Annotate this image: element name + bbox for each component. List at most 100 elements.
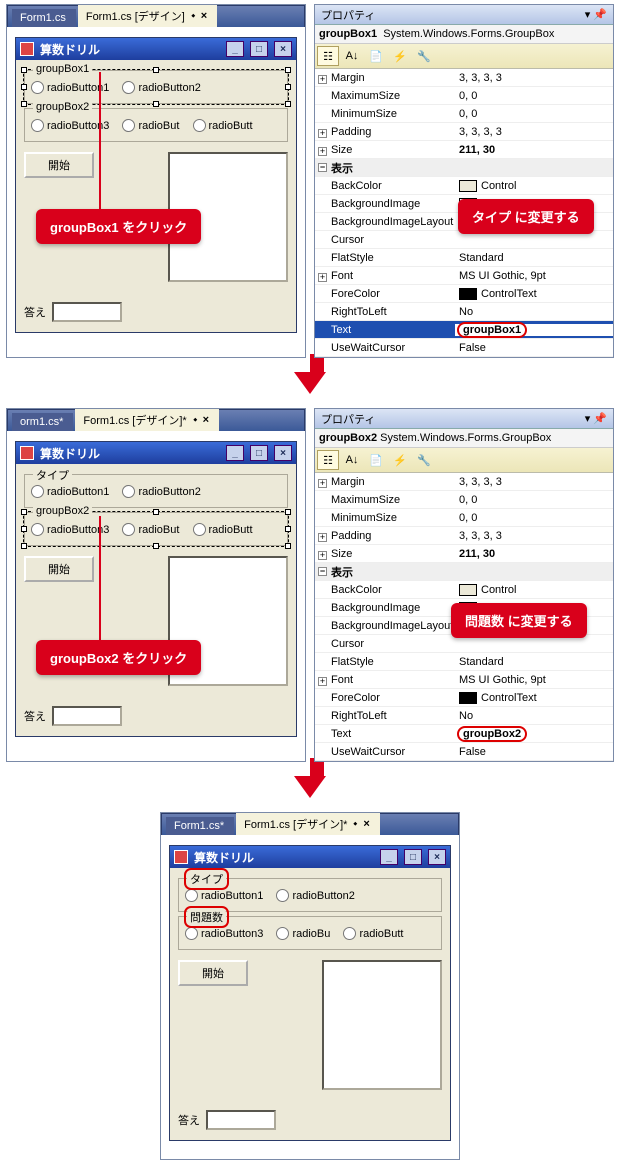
collapse-icon[interactable]: − xyxy=(318,163,327,172)
answer-label: 答え xyxy=(24,304,46,320)
pin-icon[interactable]: ▪ xyxy=(187,10,198,21)
groupbox1-legend: タイプ xyxy=(33,467,72,483)
designer-window-3: Form1.cs* Form1.cs [デザイン]* ▪ × 算数ドリル _ □… xyxy=(160,812,460,1160)
form-title: 算数ドリル xyxy=(40,41,100,58)
tab-design[interactable]: Form1.cs [デザイン]* ▪ × xyxy=(75,409,219,431)
wrench-icon[interactable]: 🔧 xyxy=(413,450,435,470)
answer-textbox[interactable] xyxy=(52,706,122,726)
radio-button-3[interactable]: radioButton3 xyxy=(185,927,263,940)
events-icon[interactable]: ⚡ xyxy=(389,450,411,470)
color-swatch xyxy=(459,180,477,192)
form-icon xyxy=(20,446,34,460)
radio-button-5[interactable]: radioButt xyxy=(193,523,253,536)
close-button[interactable]: × xyxy=(274,41,292,57)
step3-row: Form1.cs* Form1.cs [デザイン]* ▪ × 算数ドリル _ □… xyxy=(160,812,460,1160)
radio-button-1[interactable]: radioButton1 xyxy=(31,485,109,498)
color-swatch xyxy=(459,288,477,300)
radio-button-1[interactable]: radioButton1 xyxy=(185,889,263,902)
output-listbox[interactable] xyxy=(322,960,442,1090)
minimize-button[interactable]: _ xyxy=(226,445,244,461)
tab-design[interactable]: Form1.cs [デザイン] ▪ × xyxy=(78,5,217,27)
radio-button-2[interactable]: radioButton2 xyxy=(122,485,200,498)
callout-click-groupbox1: groupBox1 をクリック xyxy=(36,209,201,244)
flow-arrow-icon xyxy=(294,776,326,798)
callout-change-type: タイプ に変更する xyxy=(458,199,594,234)
radio-button-3[interactable]: radioButton3 xyxy=(31,523,109,536)
form-title: 算数ドリル xyxy=(40,445,100,462)
close-button[interactable]: × xyxy=(428,849,446,865)
properties-pane-1: プロパティ ▾ 📌 groupBox1 System.Windows.Forms… xyxy=(314,4,614,358)
radio-button-3[interactable]: radioButton3 xyxy=(31,119,109,132)
pin-icon[interactable]: ▾ 📌 xyxy=(585,412,607,425)
callout-change-count: 問題数 に変更する xyxy=(451,603,587,638)
events-icon[interactable]: ⚡ xyxy=(389,46,411,66)
categorized-icon[interactable]: ☷ xyxy=(317,450,339,470)
expand-icon[interactable]: + xyxy=(318,129,327,138)
maximize-button[interactable]: □ xyxy=(404,849,422,865)
minimize-button[interactable]: _ xyxy=(226,41,244,57)
radio-button-5[interactable]: radioButt xyxy=(343,927,403,940)
pin-icon[interactable]: ▪ xyxy=(350,818,361,829)
form-preview: 算数ドリル _ □ × groupBox1 radioButton1 radio… xyxy=(15,37,297,333)
close-icon[interactable]: × xyxy=(201,10,207,22)
properties-icon[interactable]: 📄 xyxy=(365,450,387,470)
groupbox2-legend: groupBox2 xyxy=(33,505,92,517)
pin-icon[interactable]: ▪ xyxy=(189,414,200,425)
groupbox2[interactable]: 問題数 radioButton3 radioBu radioButt xyxy=(178,916,442,950)
maximize-button[interactable]: □ xyxy=(250,445,268,461)
tab-code[interactable]: Form1.cs xyxy=(12,9,76,27)
form-titlebar: 算数ドリル _ □ × xyxy=(16,38,296,60)
step1-row: Form1.cs Form1.cs [デザイン] ▪ × 算数ドリル _ □ × xyxy=(6,4,614,358)
designer-window-1: Form1.cs Form1.cs [デザイン] ▪ × 算数ドリル _ □ × xyxy=(6,4,306,358)
wrench-icon[interactable]: 🔧 xyxy=(413,46,435,66)
groupbox2[interactable]: groupBox2 radioButton3 radioBut radioBut… xyxy=(24,512,288,546)
tab-design-label: Form1.cs [デザイン] xyxy=(86,8,185,24)
radio-button-4[interactable]: radioBut xyxy=(122,523,179,536)
properties-icon[interactable]: 📄 xyxy=(365,46,387,66)
properties-object[interactable]: groupBox2 System.Windows.Forms.GroupBox xyxy=(315,429,613,448)
answer-label: 答え xyxy=(24,708,46,724)
groupbox1-legend: タイプ xyxy=(187,871,226,887)
text-property-row[interactable]: TextgroupBox2 xyxy=(315,725,613,743)
close-icon[interactable]: × xyxy=(363,818,369,830)
close-icon[interactable]: × xyxy=(203,414,209,426)
groupbox1[interactable]: タイプ radioButton1 radioButton2 xyxy=(178,878,442,912)
answer-textbox[interactable] xyxy=(52,302,122,322)
alphabetical-icon[interactable]: A↓ xyxy=(341,46,363,66)
radio-button-5[interactable]: radioButt xyxy=(193,119,253,132)
tab-design[interactable]: Form1.cs [デザイン]* ▪ × xyxy=(236,813,380,835)
maximize-button[interactable]: □ xyxy=(250,41,268,57)
form-icon xyxy=(174,850,188,864)
radio-button-1[interactable]: radioButton1 xyxy=(31,81,109,94)
expand-icon[interactable]: + xyxy=(318,75,327,84)
groupbox1[interactable]: タイプ radioButton1 radioButton2 xyxy=(24,474,288,508)
groupbox1-legend: groupBox1 xyxy=(33,63,92,75)
text-property-row[interactable]: TextgroupBox1 xyxy=(315,321,613,339)
groupbox2-legend: 問題数 xyxy=(187,909,226,925)
groupbox1[interactable]: groupBox1 radioButton1 radioButton2 xyxy=(24,70,288,104)
expand-icon[interactable]: + xyxy=(318,273,327,282)
radio-button-4[interactable]: radioBu xyxy=(276,927,330,940)
callout-click-groupbox2: groupBox2 をクリック xyxy=(36,640,201,675)
pin-icon[interactable]: ▾ 📌 xyxy=(585,8,607,21)
expand-icon[interactable]: + xyxy=(318,147,327,156)
properties-object[interactable]: groupBox1 System.Windows.Forms.GroupBox xyxy=(315,25,613,44)
properties-title: プロパティ ▾ 📌 xyxy=(315,5,613,25)
tab-code[interactable]: orm1.cs* xyxy=(12,413,73,431)
groupbox2[interactable]: groupBox2 radioButton3 radioBut radioBut… xyxy=(24,108,288,142)
radio-button-4[interactable]: radioBut xyxy=(122,119,179,132)
start-button[interactable]: 開始 xyxy=(24,152,94,178)
answer-textbox[interactable] xyxy=(206,1110,276,1130)
tab-code-label: Form1.cs xyxy=(20,12,66,24)
groupbox2-legend: groupBox2 xyxy=(33,101,92,113)
minimize-button[interactable]: _ xyxy=(380,849,398,865)
start-button[interactable]: 開始 xyxy=(178,960,248,986)
radio-button-2[interactable]: radioButton2 xyxy=(122,81,200,94)
radio-button-2[interactable]: radioButton2 xyxy=(276,889,354,902)
alphabetical-icon[interactable]: A↓ xyxy=(341,450,363,470)
categorized-icon[interactable]: ☷ xyxy=(317,46,339,66)
properties-toolbar: ☷ A↓ 📄 ⚡ 🔧 xyxy=(315,44,613,69)
close-button[interactable]: × xyxy=(274,445,292,461)
tab-code[interactable]: Form1.cs* xyxy=(166,817,234,835)
start-button[interactable]: 開始 xyxy=(24,556,94,582)
